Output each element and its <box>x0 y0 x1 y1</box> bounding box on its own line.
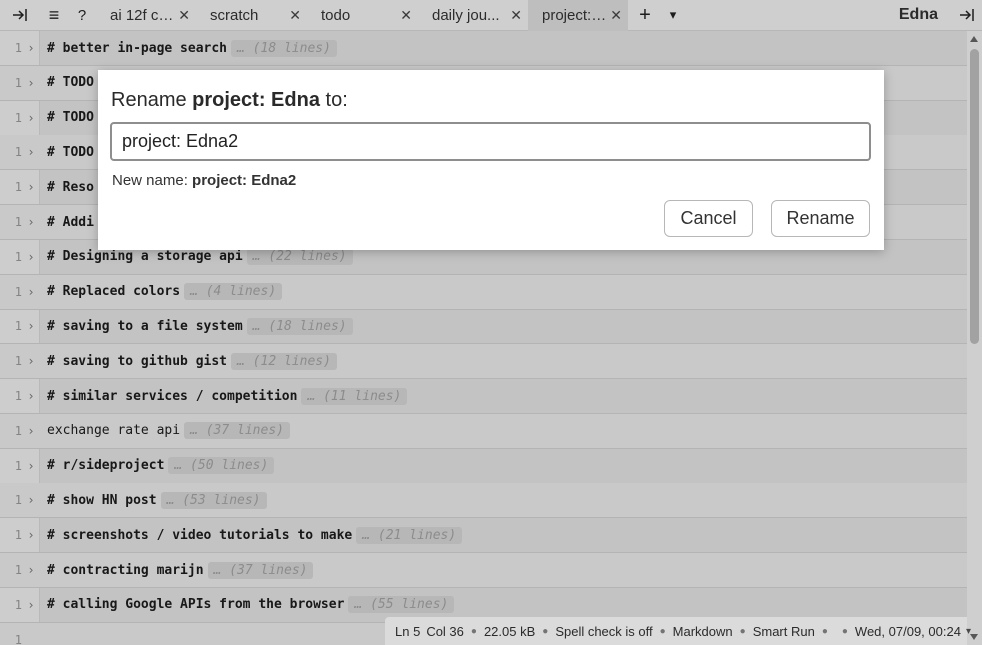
new-name-value: project: Edna2 <box>192 172 297 189</box>
rename-button[interactable]: Rename <box>771 200 870 237</box>
dialog-title-prefix: Rename <box>111 89 193 111</box>
new-name-preview: New name: project: Edna2 <box>112 172 296 189</box>
dialog-title: Rename project: Edna to: <box>111 88 871 112</box>
rename-input[interactable] <box>110 122 871 161</box>
dialog-title-note-name: project: Edna <box>192 89 320 111</box>
rename-dialog: Rename project: Edna to: New name: proje… <box>98 70 884 250</box>
modal-overlay: Rename project: Edna to: New name: proje… <box>0 0 982 645</box>
cancel-button[interactable]: Cancel <box>664 200 753 237</box>
dialog-title-suffix: to: <box>319 89 348 111</box>
new-name-label: New name: <box>112 172 193 189</box>
